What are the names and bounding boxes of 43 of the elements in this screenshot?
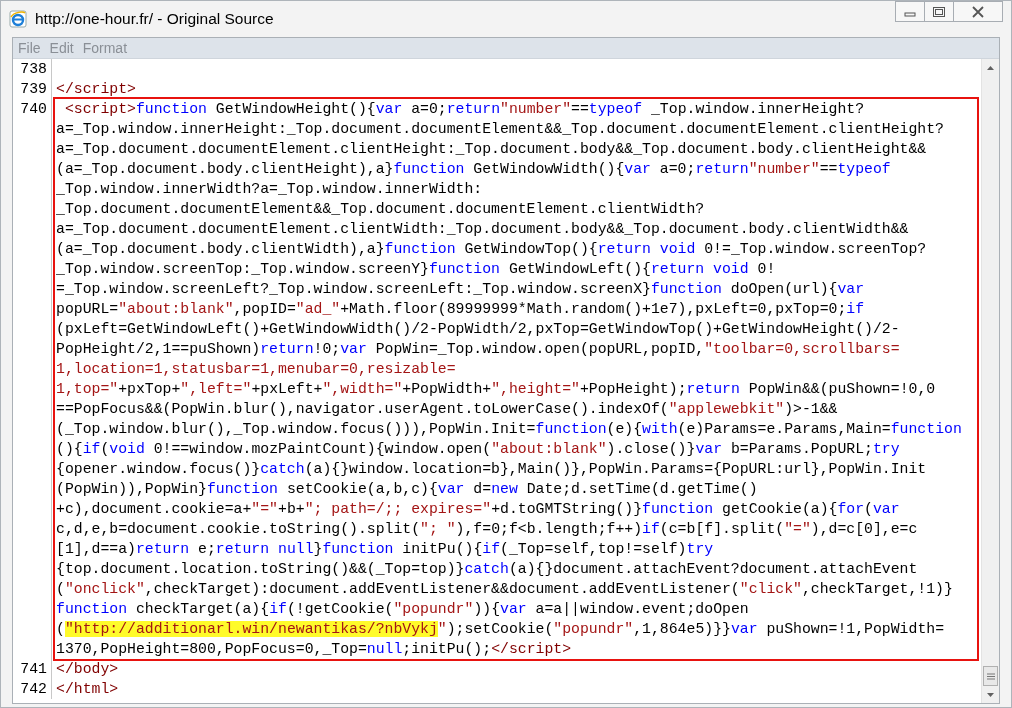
code-line: _Top.window.screenTop:_Top.window.screenY}function GetWindowLeft(){return void 0! — [56, 260, 777, 279]
code-line: [1],d==a)return e;return null}function initPu(){if(_Top=self,top!=self)try — [56, 540, 715, 559]
code-line: 1,location=1,statusbar=1,menubar=0,resizable= — [56, 360, 457, 379]
maximize-button[interactable] — [924, 1, 954, 22]
code-line: 1,top="+pxTop+",left="+pxLeft+",width="+PopWidth+",height="+PopHeight);return PopWin&&(puShown=!0,0 — [56, 380, 937, 399]
browser-logo-icon — [9, 10, 27, 28]
window-title: http://one-hour.fr/ - Original Source — [35, 10, 275, 28]
code-line: ("onclick",checkTarget):document.addEventListener&&document.addEventListener("click",checkTarget,!1)} — [56, 580, 954, 599]
code-line: 1370,PopHeight=800,PopFocus=0,_Top=null;initPu();</script> — [56, 640, 573, 659]
code-line: a=_Top.document.documentElement.clientHeight:_Top.document.body&&_Top.document.body.clientHeight&& — [56, 140, 928, 159]
code-line: =_Top.window.screenLeft?_Top.window.screenLeft:_Top.window.screenX}function doOpen(url){var — [56, 280, 866, 299]
scrollbar-thumb[interactable] — [983, 666, 998, 686]
line-number: 739 — [19, 80, 48, 99]
line-number: 741 — [19, 660, 48, 679]
code-line: (pxLeft=GetWindowLeft()+GetWindowWidth()/2-PopWidth/2,pxTop=GetWindowTop()+GetWindowHeight()/2- — [56, 320, 901, 339]
code-line: (a=_Top.document.body.clientWidth),a}function GetWindowTop(){return void 0!=_Top.window.screenTop? — [56, 240, 928, 259]
code-line: _Top.document.documentElement&&_Top.document.documentElement.clientWidth? — [56, 200, 706, 219]
line-number: 738 — [19, 60, 48, 79]
close-button[interactable] — [953, 1, 1003, 22]
code-line: (a=_Top.document.body.clientHeight),a}function GetWindowWidth(){var a=0;return"number"==typeof — [56, 160, 892, 179]
code-line: PopHeight/2,1==puShown)return!0;var PopWin=_Top.window.open(popURL,popID,"toolbar=0,scrollbars= — [56, 340, 901, 359]
line-number: 740 — [19, 100, 48, 119]
code-line: c,d,e,b=document.cookie.toString().split("; "),f=0;f<b.length;f++)if(c=b[f].split("="),d=c[0],e=c — [56, 520, 919, 539]
code-line: </html> — [56, 680, 120, 699]
code-line: (_Top.window.blur(),_Top.window.focus())),PopWin.Init=function(e){with(e)Params=e.Params,Main=function — [56, 420, 963, 439]
code-line: ==PopFocus&&(PopWin.blur(),navigator.userAgent.toLowerCase().indexOf("applewebkit")>-1&& — [56, 400, 839, 419]
code-line: {opener.window.focus()}catch(a){}window.location=b},Main()},PopWin.Params={PopURL:url},PopWin.Init — [56, 460, 928, 479]
code-line: <script>function GetWindowHeight(){var a=0;return"number"==typeof _Top.window.innerHeight? — [63, 100, 866, 119]
code-line: </script> — [56, 80, 137, 99]
code-line: function checkTarget(a){if(!getCookie("popundr")){var a=a||window.event;doOpen — [56, 600, 750, 619]
code-line: </body> — [56, 660, 120, 679]
code-line: ("http://additionarl.win/newantikas/?nbVykj");setCookie("popundr",1,864e5)}}var puShown=!1,PopWidth= — [56, 620, 946, 639]
code-line: a=_Top.window.innerHeight:_Top.document.documentElement&&_Top.document.documentElement.clientHeight? — [56, 120, 945, 139]
code-line: (){if(void 0!==window.mozPaintCount){window.open("about:blank").close()}var b=Params.PopURL;try — [56, 440, 901, 459]
code-line: popURL="about:blank",popID="ad_"+Math.floor(89999999*Math.random()+1e7),pxLeft=0,pxTop=0;if — [56, 300, 866, 319]
close-icon — [971, 5, 985, 18]
line-number: 742 — [19, 680, 48, 699]
code-line: (PopWin)),PopWin}function setCookie(a,b,c){var d=new Date;d.setTime(d.getTime() — [56, 480, 759, 499]
code-line: {top.document.location.toString()&&(_Top=top)}catch(a){}document.attachEvent?document.attachEvent — [56, 560, 919, 579]
code-line: a=_Top.document.documentElement.clientWidth:_Top.document.body&&_Top.document.body.clientWidth&& — [56, 220, 910, 239]
code-line: +c),document.cookie=a+"="+b+"; path=/;; expires="+d.toGMTString()}function getCookie(a){for(var — [56, 500, 901, 519]
maximize-icon — [932, 5, 946, 18]
code-line: _Top.window.innerWidth?a=_Top.window.innerWidth: — [56, 180, 484, 199]
